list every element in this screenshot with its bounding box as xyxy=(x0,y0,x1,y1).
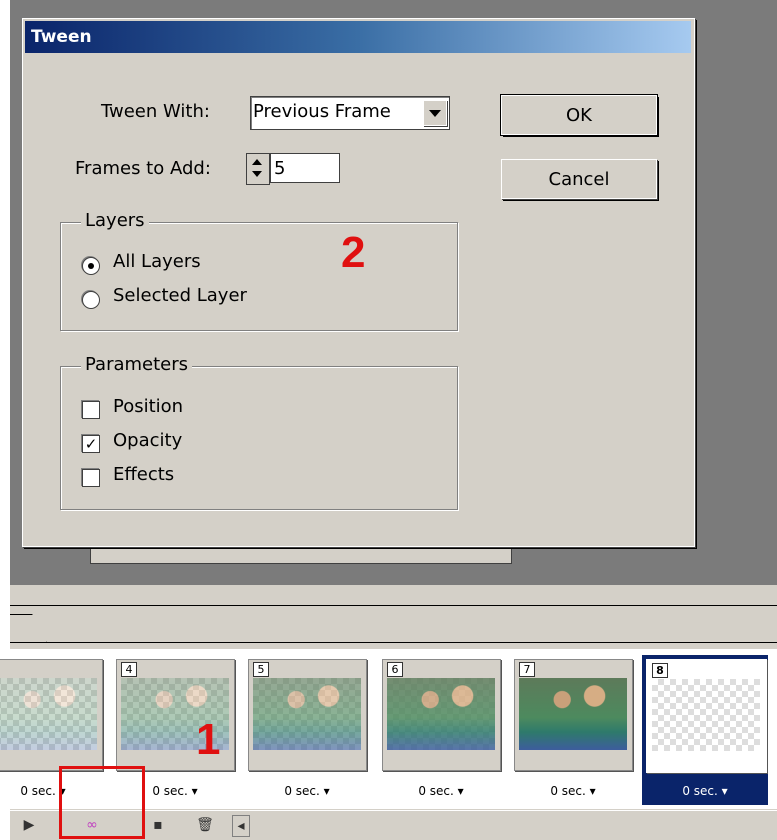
frame-thumbnail xyxy=(387,678,495,750)
frame-delay[interactable]: 0 sec. ▾ xyxy=(510,780,636,802)
frame-card: 6 xyxy=(382,659,501,771)
checkbox-effects[interactable] xyxy=(82,469,100,487)
frame-thumbnail xyxy=(519,678,627,750)
position-label[interactable]: Position xyxy=(113,396,183,417)
tab-underline xyxy=(10,642,777,643)
frame-number: 6 xyxy=(387,662,403,677)
tween-with-label: Tween With: xyxy=(101,101,210,122)
frame-7[interactable]: 7 0 sec. ▾ xyxy=(510,655,636,805)
trash-icon[interactable]: 🗑 xyxy=(195,815,215,835)
frame-8[interactable]: 8 0 sec. ▾ xyxy=(642,655,768,805)
selected-layer-label[interactable]: Selected Layer xyxy=(113,285,247,306)
frame-number: 4 xyxy=(121,662,137,677)
radio-all-layers[interactable] xyxy=(82,257,100,275)
scroll-left-icon[interactable]: ◂ xyxy=(232,815,250,837)
panel-divider xyxy=(10,585,777,605)
play-icon[interactable]: ▶ xyxy=(18,815,40,835)
frame-thumbnail xyxy=(652,679,760,751)
effects-label[interactable]: Effects xyxy=(113,464,174,485)
frame-number: 8 xyxy=(652,663,668,678)
frame-6[interactable]: 6 0 sec. ▾ xyxy=(378,655,504,805)
layers-legend: Layers xyxy=(81,210,149,231)
tween-with-value: Previous Frame xyxy=(253,101,391,122)
frames-stepper[interactable] xyxy=(246,153,270,185)
annotation-marker-2: 2 xyxy=(341,228,366,277)
chevron-down-icon[interactable] xyxy=(423,100,447,126)
frames-to-add-input[interactable]: 5 xyxy=(270,153,340,183)
title-bar[interactable]: Tween xyxy=(25,21,691,53)
frame-card: 8 xyxy=(646,659,767,773)
frame-number: 7 xyxy=(519,662,535,677)
stepper-up-icon[interactable] xyxy=(252,159,262,165)
frame-card: 5 xyxy=(248,659,367,771)
frame-delay[interactable]: 0 sec. ▾ xyxy=(244,780,370,802)
frame-delay[interactable]: 0 sec. ▾ xyxy=(378,780,504,802)
frame-number: 5 xyxy=(253,662,269,677)
frame-card: 7 xyxy=(514,659,633,771)
layers-toolbar-partial xyxy=(90,545,512,564)
all-layers-label[interactable]: All Layers xyxy=(113,251,201,272)
frame-thumbnail xyxy=(0,678,97,750)
frames-to-add-label: Frames to Add: xyxy=(75,158,211,179)
tween-with-select[interactable]: Previous Frame xyxy=(250,96,450,130)
annotation-marker-1: 1 xyxy=(196,715,221,764)
layers-group: Layers All Layers Selected Layer xyxy=(60,210,458,331)
parameters-legend: Parameters xyxy=(81,354,193,375)
tween-dialog: Tween Tween With: Previous Frame Frames … xyxy=(22,18,695,547)
frame-card xyxy=(0,659,103,771)
highlight-box xyxy=(59,766,145,839)
frame-thumbnail xyxy=(253,678,361,750)
checkbox-opacity[interactable]: ✓ xyxy=(82,435,100,453)
stepper-down-icon[interactable] xyxy=(252,171,262,177)
parameters-group: Parameters Position ✓ Opacity Effects xyxy=(60,354,458,510)
opacity-label[interactable]: Opacity xyxy=(113,430,182,451)
frame-5[interactable]: 5 0 sec. ▾ xyxy=(244,655,370,805)
cancel-button[interactable]: Cancel xyxy=(501,159,657,199)
checkbox-position[interactable] xyxy=(82,401,100,419)
animation-tab[interactable] xyxy=(10,614,47,643)
dialog-title: Tween xyxy=(31,27,92,47)
ok-button[interactable]: OK xyxy=(500,94,658,136)
radio-selected-layer[interactable] xyxy=(82,291,100,309)
new-frame-icon[interactable]: ▪ xyxy=(148,815,168,835)
frame-delay[interactable]: 0 sec. ▾ xyxy=(642,780,768,802)
